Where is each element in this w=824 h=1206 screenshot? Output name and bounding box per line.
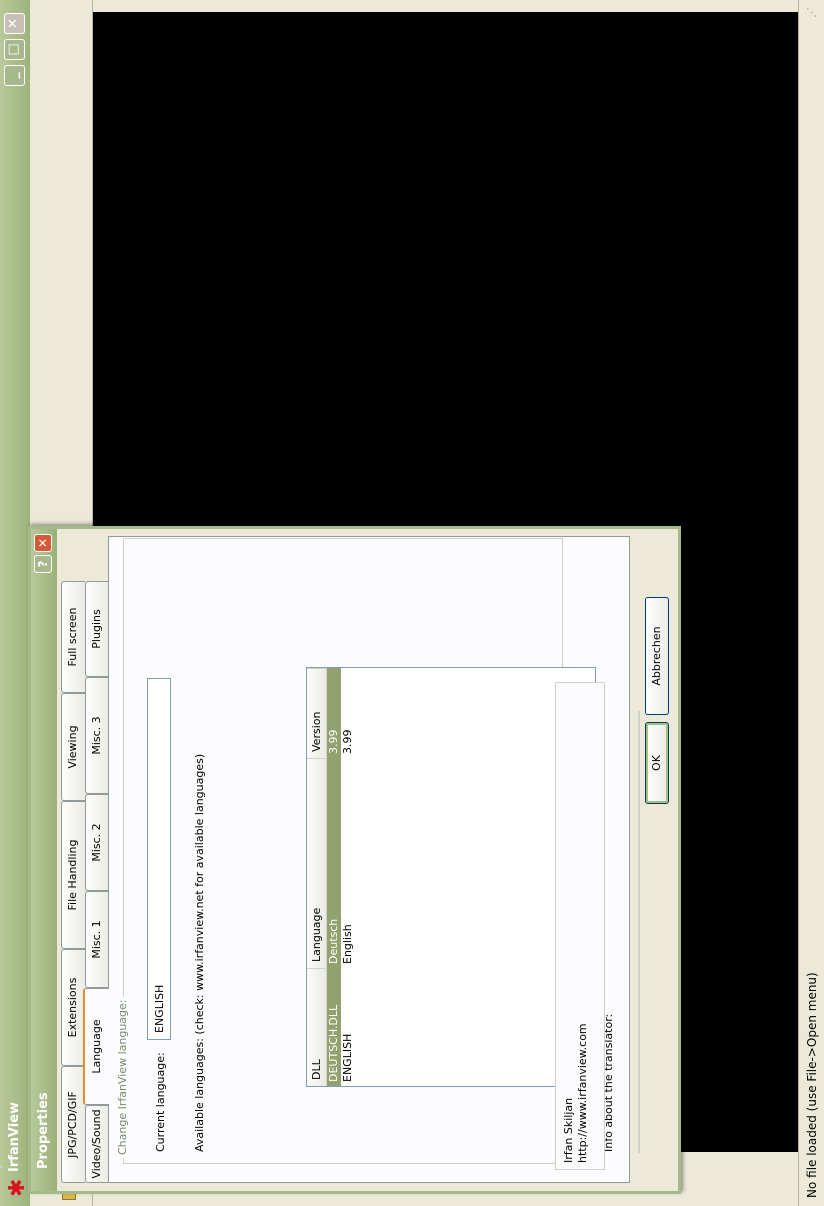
- cell-language: English: [341, 924, 354, 964]
- column-header-dll[interactable]: DLL: [307, 968, 327, 1086]
- dialog-title: Properties: [36, 1092, 51, 1169]
- spacer: [0, 1166, 2, 1168]
- tab-extensions[interactable]: Extensions: [61, 949, 85, 1066]
- tab-full-screen[interactable]: Full screen: [61, 581, 85, 693]
- tab-misc-2[interactable]: Misc. 2: [85, 794, 109, 891]
- dialog-close-icon[interactable]: ✕: [34, 534, 52, 552]
- tab-misc-1[interactable]: Misc. 1: [85, 891, 109, 988]
- tab-plugins[interactable]: Plugins: [85, 581, 109, 677]
- dialog-title-bar[interactable]: Properties ? ✕: [31, 529, 57, 1191]
- current-language-value: ENGLISH: [153, 984, 166, 1033]
- screen: IrfanView _ □ ✕ No file loaded (use File…: [0, 0, 824, 1206]
- tab-misc-3[interactable]: Misc. 3: [85, 677, 109, 794]
- column-header-version[interactable]: Version: [307, 668, 327, 758]
- cancel-button[interactable]: Abbrechen: [645, 597, 669, 715]
- maximize-icon[interactable]: □: [4, 39, 25, 60]
- main-title-bar[interactable]: IrfanView _ □ ✕: [0, 0, 30, 1206]
- section-title: Change IrfanView language:: [116, 996, 129, 1158]
- cell-version: 3.99: [327, 729, 340, 755]
- column-header-language[interactable]: Language: [307, 758, 327, 968]
- status-bar: No file loaded (use File->Open menu) ⋰: [798, 0, 824, 1206]
- translator-name: Irfan Skiljan: [562, 1097, 575, 1163]
- current-language-label: Current language:: [154, 1052, 167, 1152]
- resize-grip-icon[interactable]: ⋰: [805, 7, 818, 18]
- minimize-icon[interactable]: _: [4, 65, 25, 86]
- irfanview-logo-icon: ✱: [5, 1178, 30, 1197]
- cell-language: Deutsch: [327, 918, 340, 964]
- main-window-title: IrfanView: [7, 1101, 22, 1172]
- available-languages-label: Available languages: (check: www.irfanvi…: [193, 753, 206, 1152]
- language-list[interactable]: DLL Language Version DEUTSCH.DLL Deutsch…: [306, 667, 596, 1087]
- ok-button[interactable]: OK: [645, 722, 669, 804]
- translator-url[interactable]: http://www.irfanview.com: [576, 1023, 589, 1163]
- close-icon[interactable]: ✕: [4, 13, 25, 34]
- status-message: No file loaded (use File->Open menu): [805, 972, 819, 1198]
- cell-dll: DEUTSCH.DLL: [327, 1004, 340, 1082]
- tab-viewing[interactable]: Viewing: [61, 693, 85, 801]
- tab-language[interactable]: Language: [83, 988, 109, 1105]
- tab-jpg-pcd-gif[interactable]: JPG/PCD/GIF: [61, 1066, 85, 1183]
- cell-dll: ENGLISH: [341, 1033, 354, 1082]
- list-item[interactable]: ENGLISH English 3.99: [341, 668, 355, 1086]
- cell-version: 3.99: [341, 729, 354, 755]
- language-tab-page: Change IrfanView language: Current langu…: [108, 536, 630, 1183]
- translator-info-box: Irfan Skiljan http://www.irfanview.com: [555, 682, 605, 1170]
- translator-divider: [638, 711, 640, 1153]
- help-icon[interactable]: ?: [34, 555, 52, 573]
- tab-file-handling[interactable]: File Handling: [61, 801, 85, 949]
- current-language-field: ENGLISH: [147, 678, 171, 1040]
- list-item[interactable]: DEUTSCH.DLL Deutsch 3.99: [327, 668, 341, 1086]
- tab-video-sound[interactable]: Video/Sound: [85, 1105, 109, 1183]
